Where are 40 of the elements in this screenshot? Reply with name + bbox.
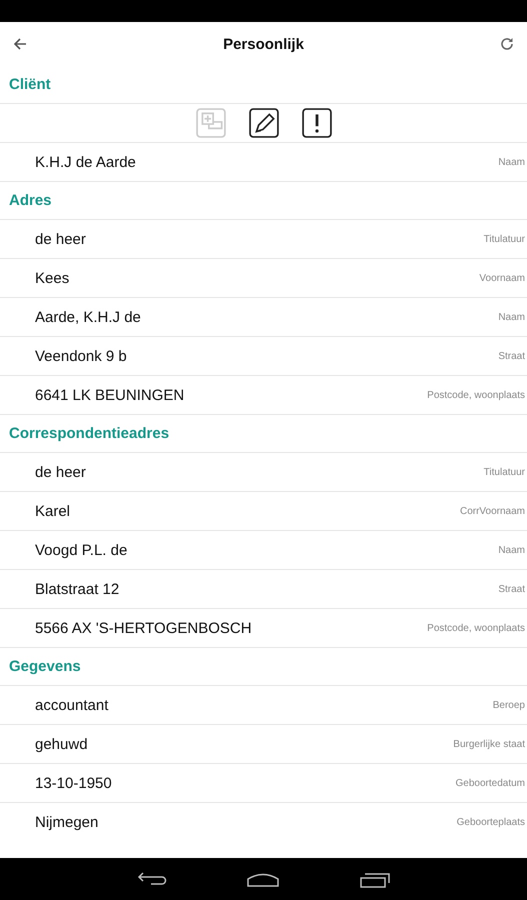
field-label: Titulatuur	[484, 234, 525, 244]
field-value: Karel	[35, 502, 70, 520]
field-value: Aarde, K.H.J de	[35, 308, 141, 326]
field-label: Titulatuur	[484, 466, 525, 478]
field-label: Straat	[498, 350, 525, 362]
field-value: de heer	[35, 230, 86, 248]
field-value: Blatstraat 12	[35, 580, 120, 598]
back-icon[interactable]	[12, 36, 28, 52]
section-header: Gegevens	[0, 648, 527, 686]
field-label: Burgerlijke staat	[453, 738, 525, 750]
field-value: 5566 AX 'S-HERTOGENBOSCH	[35, 620, 252, 636]
field-label: Voornaam	[479, 272, 525, 284]
field-label: Geboortedatum	[456, 778, 525, 788]
field-label: Naam	[498, 544, 525, 556]
refresh-icon[interactable]	[498, 36, 515, 52]
field-label: Beroep	[492, 700, 525, 710]
field-value: Kees	[35, 270, 70, 286]
field-value: Voogd P.L. de	[35, 542, 128, 558]
field-label: Postcode, woonplaats	[427, 622, 525, 634]
edit-icon[interactable]	[248, 108, 278, 138]
section-header: Adres	[0, 182, 527, 220]
field-value: 6641 LK BEUNINGEN	[35, 386, 184, 404]
field-label: Naam	[498, 312, 525, 322]
section-header: Cliënt	[0, 66, 527, 104]
field-value: Nijmegen	[35, 814, 98, 830]
field-label: CorrVoornaam	[460, 506, 525, 516]
screen-title: Persoonlijk	[223, 36, 304, 52]
field-label: Straat	[498, 584, 525, 594]
field-label: Geboorteplaats	[456, 816, 525, 828]
field-value: Veendonk 9 b	[35, 348, 127, 364]
field-value: K.H.J de Aarde	[35, 154, 136, 170]
back-icon[interactable]	[136, 870, 166, 888]
field-value: gehuwd	[35, 736, 88, 752]
field-label: Postcode, woonplaats	[427, 390, 525, 400]
field-value: 13-10-1950	[35, 774, 112, 792]
section-header: Correspondentieadres	[0, 415, 527, 453]
field-value: de heer	[35, 464, 86, 480]
alert-icon[interactable]	[302, 108, 332, 138]
field-value: accountant	[35, 696, 108, 714]
field-label: Naam	[498, 156, 525, 168]
